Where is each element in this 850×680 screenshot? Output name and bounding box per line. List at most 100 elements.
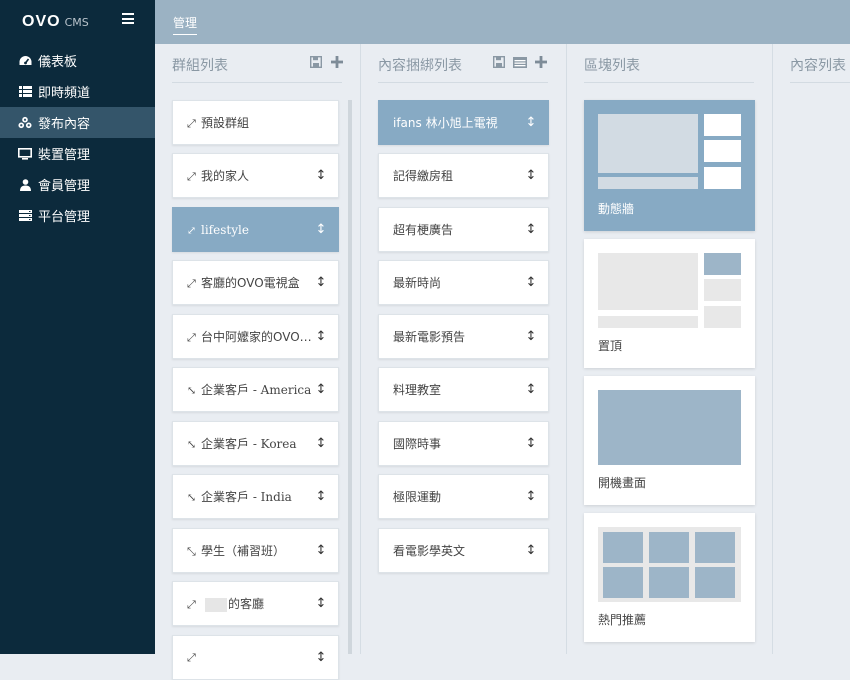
save-icon[interactable] [309,55,323,69]
sidebar-item-platform-management[interactable]: 平台管理 [0,200,155,231]
sidebar-item-device-management[interactable]: 裝置管理 [0,138,155,169]
sort-handle-icon[interactable]: ↕ [312,436,330,451]
sidebar-item-dashboard[interactable]: 儀表板 [0,45,155,76]
sidebar-item-member-management[interactable]: 會員管理 [0,169,155,200]
layout-preview-block [695,532,735,563]
contents-column: 內容列表 [773,44,850,654]
bundle-card[interactable]: 看電影學英文 ↕ [378,528,549,573]
sort-handle-icon[interactable]: ↕ [312,489,330,504]
sort-handle-icon[interactable]: ↕ [312,650,330,665]
layout-preview-block [598,253,698,310]
sort-handle-icon[interactable]: ↕ [522,275,540,290]
group-card[interactable]: ⤢ 我的家人 ↕ [172,153,339,198]
brand-logo[interactable]: OVO CMS [22,12,89,32]
sort-handle-icon[interactable]: ↕ [312,329,330,344]
bundle-card[interactable]: 最新時尚 ↕ [378,260,549,305]
group-card[interactable]: ⤡ 企業客戶 - Korea ↕ [172,421,339,466]
logo-subtitle: CMS [64,15,89,29]
sort-handle-icon[interactable]: ↕ [312,543,330,558]
bundles-toolbar [492,55,548,69]
bundle-card[interactable]: 最新電影預告 ↕ [378,314,549,359]
sort-handle-icon[interactable]: ↕ [522,222,540,237]
group-card[interactable]: ⤢ 客廳的OVO電視盒 ↕ [172,260,339,305]
blocks-column-title: 區塊列表 [584,58,640,74]
share-nodes-icon [18,116,32,130]
expand-icon: ⤢ [187,117,196,130]
bundle-card[interactable]: 記得繳房租 ↕ [378,153,549,198]
expand-icon: ⤢ [187,651,196,664]
add-icon[interactable] [330,55,344,69]
sort-handle-icon[interactable]: ↕ [522,115,540,130]
group-card[interactable]: ⤢ 預設群組 [172,100,339,145]
dashboard-icon [18,54,32,68]
groups-column-rule [172,82,342,83]
group-list-scrollbar[interactable] [348,100,352,654]
layout-preview-block [704,306,741,328]
block-label: 置頂 [598,339,623,353]
contents-column-title: 內容列表 [790,58,846,74]
sidebar: OVO CMS 儀表板 即時頻道 發布內容 裝置管理 會員管理 平台管理 [0,0,155,654]
sort-handle-icon[interactable]: ↕ [312,382,330,397]
group-label: 的客廳 [228,597,265,611]
sort-handle-icon[interactable]: ↕ [522,382,540,397]
group-card[interactable]: ⤡ 企業客戶 - India ↕ [172,474,339,519]
group-card[interactable]: ⤢ 的客廳 ↕ [172,581,339,626]
group-card[interactable]: ⤡ 學生（補習班） ↕ [172,528,339,573]
group-label: 我的家人 [201,169,250,183]
bundle-card[interactable]: 國際時事 ↕ [378,421,549,466]
add-icon[interactable] [534,55,548,69]
layout-preview-block [704,167,741,189]
block-label: 動態牆 [598,202,635,216]
block-tile[interactable]: 開機畫面 [584,376,755,505]
sort-handle-icon[interactable]: ↕ [312,168,330,183]
group-card[interactable]: ⤢ 台中阿嬤家的OVO… ↕ [172,314,339,359]
window-icon[interactable] [513,55,527,69]
expand-icon: ⤢ [187,170,196,183]
groups-toolbar [309,55,344,69]
save-icon[interactable] [492,55,506,69]
bundle-card[interactable]: 超有梗廣告 ↕ [378,207,549,252]
groups-column-title: 群組列表 [172,58,228,74]
expand-icon: ⤢ [187,223,197,237]
bundle-card[interactable]: 料理教室 ↕ [378,367,549,412]
bundles-column-title: 內容捆綁列表 [378,58,462,74]
block-tile-selected[interactable]: 動態牆 [584,100,755,231]
bundle-label: 極限運動 [393,490,442,504]
sort-handle-icon[interactable]: ↕ [312,222,330,237]
sort-handle-icon[interactable]: ↕ [312,596,330,611]
group-label: 台中阿嬤家的OVO… [201,330,312,344]
server-icon [18,209,32,223]
compress-icon: ⤡ [187,545,196,558]
sidebar-item-label: 發布內容 [38,117,91,132]
sort-handle-icon[interactable]: ↕ [522,489,540,504]
group-card[interactable]: ⤢ ↕ [172,635,339,680]
sidebar-item-live-channels[interactable]: 即時頻道 [0,76,155,107]
redacted-name [205,597,227,612]
group-card[interactable]: ⤡ 企業客戶 - America ↕ [172,367,339,412]
sort-handle-icon[interactable]: ↕ [522,436,540,451]
group-card-selected[interactable]: ⤢ lifestyle ↕ [172,207,339,252]
bundle-label: 最新時尚 [393,276,442,290]
sort-handle-icon[interactable]: ↕ [522,543,540,558]
sort-handle-icon[interactable]: ↕ [522,168,540,183]
bundle-card[interactable]: 極限運動 ↕ [378,474,549,519]
sidebar-item-label: 即時頻道 [38,86,91,101]
user-icon [18,178,32,192]
group-label: 企業客戶 - America [201,383,312,397]
group-label: lifestyle [201,222,249,237]
sidebar-item-label: 會員管理 [38,179,91,194]
breadcrumb[interactable]: 管理 [173,14,198,35]
logo-text: OVO [22,13,61,30]
block-tile[interactable]: 置頂 [584,239,755,368]
bundle-label: 超有梗廣告 [393,223,454,237]
menu-toggle-icon[interactable] [122,13,134,24]
expand-icon: ⤢ [187,331,196,344]
sort-handle-icon[interactable]: ↕ [312,275,330,290]
sidebar-item-publish-content[interactable]: 發布內容 [0,107,155,138]
bundle-card-selected[interactable]: ifans 林小旭上電視 ↕ [378,100,549,145]
block-tile[interactable]: 熱門推薦 [584,513,755,642]
sort-handle-icon[interactable]: ↕ [522,329,540,344]
layout-preview-block [598,114,698,173]
group-label: 企業客戶 - India [201,490,292,504]
top-bar: 管理 [155,0,850,44]
